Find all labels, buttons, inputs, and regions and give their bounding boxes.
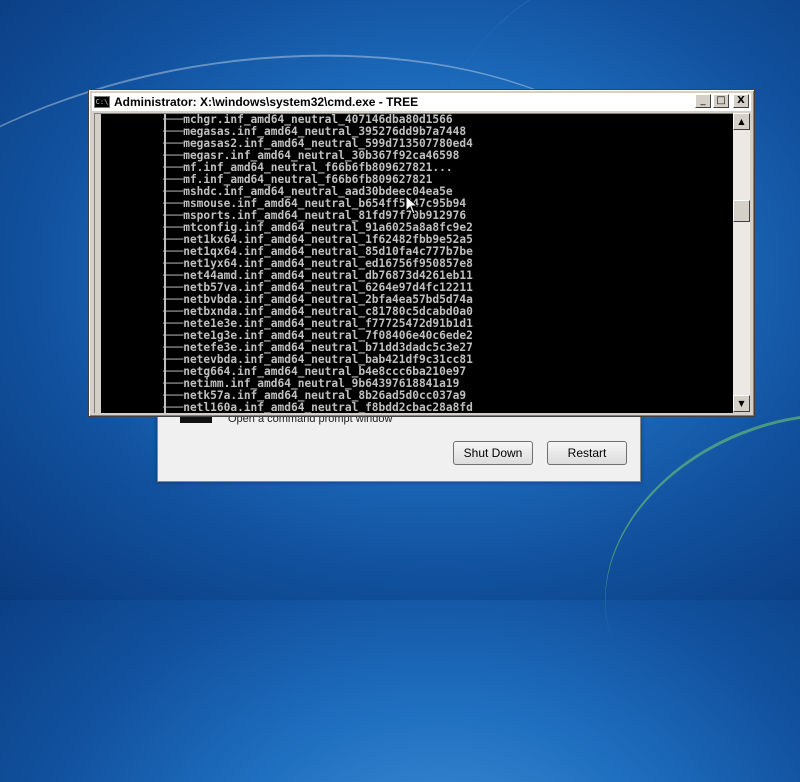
scroll-thumb[interactable] xyxy=(733,200,750,222)
minimize-button[interactable]: _ xyxy=(695,94,711,108)
scroll-down-icon[interactable]: ▼ xyxy=(733,395,750,412)
console-margin xyxy=(95,114,101,413)
close-button[interactable]: X xyxy=(733,94,749,108)
console-lines: ───mchgr.inf_amd64_neutral_407146dba80d1… xyxy=(163,114,473,413)
restart-button[interactable]: Restart xyxy=(547,441,627,465)
vertical-scrollbar[interactable]: ▲ ▼ xyxy=(733,113,750,412)
cmd-app-icon[interactable]: C:\ xyxy=(94,96,110,108)
console-output[interactable]: ───mchgr.inf_amd64_neutral_407146dba80d1… xyxy=(94,113,733,413)
shut-down-button[interactable]: Shut Down xyxy=(453,441,533,465)
maximize-button[interactable]: □ xyxy=(713,94,729,108)
window-controls: _ □ X xyxy=(695,94,749,108)
title-bar[interactable]: C:\ Administrator: X:\windows\system32\c… xyxy=(92,93,751,111)
scroll-up-icon[interactable]: ▲ xyxy=(733,113,750,130)
cmd-window: C:\ Administrator: X:\windows\system32\c… xyxy=(88,89,755,417)
window-title: Administrator: X:\windows\system32\cmd.e… xyxy=(114,95,419,109)
command-prompt-icon[interactable] xyxy=(180,417,212,423)
console-line: ───netl160a.inf_amd64_neutral_f8bdd2cbac… xyxy=(163,401,473,414)
